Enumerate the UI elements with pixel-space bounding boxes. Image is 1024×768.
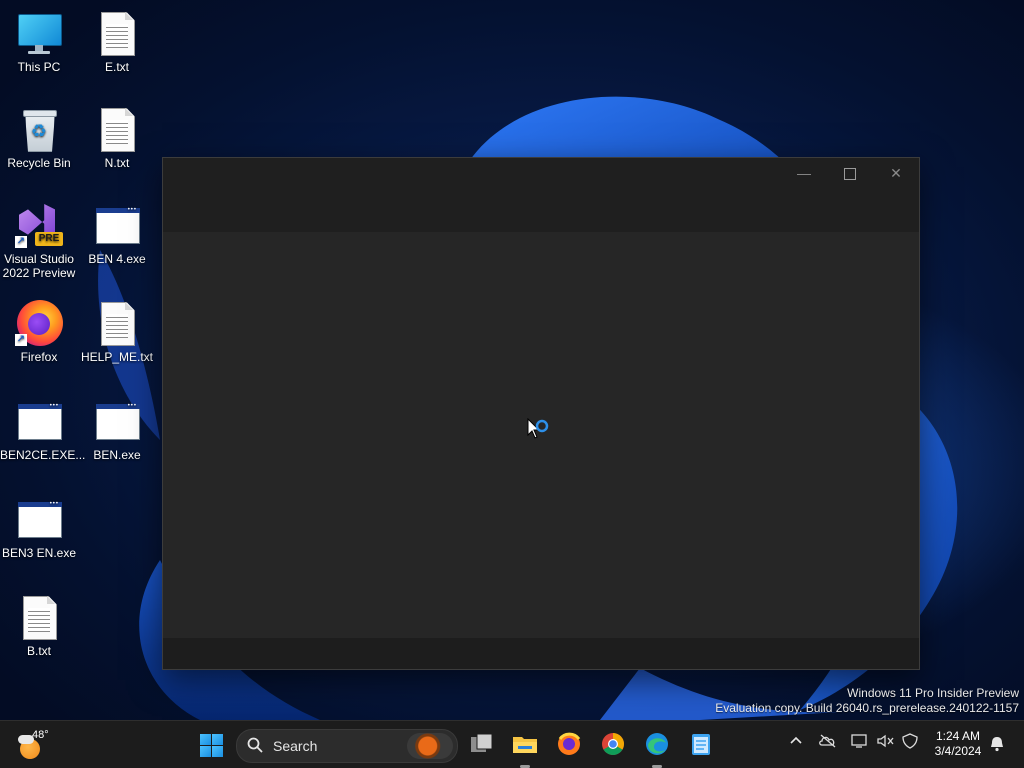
search-label: Search (273, 738, 318, 754)
desktop-icon-ben2ce[interactable]: ••• BEN2CE.EXE... (0, 398, 86, 462)
clock-time: 1:24 AM (935, 729, 981, 743)
maximize-icon (844, 168, 856, 181)
show-hidden-icons-button[interactable] (788, 733, 804, 752)
desktop-icon-label: BEN 4.exe (88, 252, 146, 266)
desktop-icon-label: BEN.exe (93, 448, 141, 462)
chrome-icon (602, 733, 624, 755)
volume-tray-button[interactable] (876, 733, 896, 752)
desktop-icon-label: B.txt (26, 644, 51, 658)
window-footer (163, 638, 919, 669)
text-file-icon (93, 10, 141, 58)
chrome-taskbar-button[interactable] (598, 729, 628, 759)
edge-taskbar-button[interactable] (642, 729, 672, 768)
onedrive-tray-button[interactable] (818, 733, 838, 752)
notepad-taskbar-button[interactable] (686, 729, 716, 759)
firefox-taskbar-button[interactable] (554, 729, 584, 759)
notification-bell-icon (991, 737, 1003, 752)
clock-date: 3/4/2024 (934, 744, 982, 758)
security-tray-button[interactable] (900, 733, 920, 752)
chevron-up-icon (790, 736, 802, 744)
desktop-icon-label: Firefox (20, 350, 58, 364)
minimize-button[interactable]: — (781, 158, 827, 188)
exe-window-icon: ••• (15, 496, 63, 544)
shield-icon (902, 733, 918, 749)
folder-icon (513, 737, 537, 753)
taskbar-search[interactable]: Search (236, 729, 458, 763)
exe-window-icon: ••• (93, 398, 141, 446)
exe-window-icon: ••• (15, 398, 63, 446)
task-view-icon (471, 733, 493, 752)
windows-watermark: Windows 11 Pro Insider Preview Evaluatio… (715, 686, 1019, 716)
visual-studio-icon: PRE ↗ (15, 202, 63, 250)
weather-temp: 48° (32, 729, 49, 741)
start-button[interactable] (193, 727, 229, 763)
desktop-icon-label: Visual Studio 2022 Preview (2, 252, 76, 280)
firefox-icon: ↗ (15, 300, 63, 348)
file-explorer-button[interactable] (510, 729, 540, 768)
search-icon (247, 737, 263, 753)
app-window[interactable]: — ✕ (162, 157, 920, 670)
desktop-icon-ben4[interactable]: ••• BEN 4.exe (78, 202, 156, 266)
volume-muted-icon (877, 734, 894, 748)
desktop-icon-b-txt[interactable]: B.txt (0, 594, 78, 658)
busy-cursor-icon (527, 418, 549, 439)
edge-icon (646, 733, 668, 755)
desktop-icon-this-pc[interactable]: This PC (0, 10, 78, 74)
text-file-icon (15, 594, 63, 642)
desktop-icon-label: BEN2CE.EXE... (0, 448, 86, 462)
network-icon (851, 734, 867, 748)
maximize-button[interactable] (827, 158, 873, 188)
desktop-icon-label: BEN3 EN.exe (1, 546, 77, 560)
taskbar-clock[interactable]: 1:24 AM 3/4/2024 (930, 729, 986, 759)
close-button[interactable]: ✕ (873, 158, 919, 188)
firefox-icon (558, 732, 581, 755)
network-tray-button[interactable] (850, 733, 870, 752)
notifications-button[interactable] (988, 735, 1006, 756)
desktop-icon-help-me[interactable]: HELP_ME.txt (78, 300, 156, 364)
desktop-icon-n-txt[interactable]: N.txt (78, 106, 156, 170)
onedrive-offline-icon (819, 734, 836, 748)
desktop-icon-recycle-bin[interactable]: ♻ Recycle Bin (0, 106, 78, 170)
window-titlebar[interactable]: — ✕ (163, 158, 919, 232)
shortcut-arrow-icon: ↗ (15, 236, 27, 248)
preview-badge: PRE (35, 232, 63, 246)
desktop-icon-ben-exe[interactable]: ••• BEN.exe (78, 398, 156, 462)
text-file-icon (93, 106, 141, 154)
watermark-line2: Evaluation copy. Build 26040.rs_prerelea… (715, 701, 1019, 715)
desktop-icon-e-txt[interactable]: E.txt (78, 10, 156, 74)
taskbar: 48° Search 1:24 AM 3/4/2024 (0, 720, 1024, 768)
desktop: This PC ♻ Recycle Bin PRE ↗ Visual Studi… (0, 0, 1024, 720)
exe-window-icon: ••• (93, 202, 141, 250)
desktop-icon-label: This PC (17, 60, 61, 74)
task-view-button[interactable] (466, 729, 496, 759)
desktop-icon-visual-studio[interactable]: PRE ↗ Visual Studio 2022 Preview (0, 202, 78, 280)
monitor-icon (15, 10, 63, 58)
weather-widget[interactable]: 48° (16, 729, 56, 761)
notepad-icon (692, 734, 710, 755)
shortcut-arrow-icon: ↗ (15, 334, 27, 346)
desktop-icon-label: E.txt (104, 60, 129, 74)
text-file-icon (93, 300, 141, 348)
desktop-icon-firefox[interactable]: ↗ Firefox (0, 300, 78, 364)
desktop-icon-ben3-en[interactable]: ••• BEN3 EN.exe (0, 496, 78, 560)
desktop-icon-label: HELP_ME.txt (80, 350, 154, 364)
desktop-icon-label: Recycle Bin (7, 156, 71, 170)
watermark-line1: Windows 11 Pro Insider Preview (847, 686, 1019, 700)
desktop-icon-label: N.txt (104, 156, 130, 170)
recycle-bin-icon: ♻ (15, 106, 63, 154)
search-highlight-icon (407, 733, 453, 759)
